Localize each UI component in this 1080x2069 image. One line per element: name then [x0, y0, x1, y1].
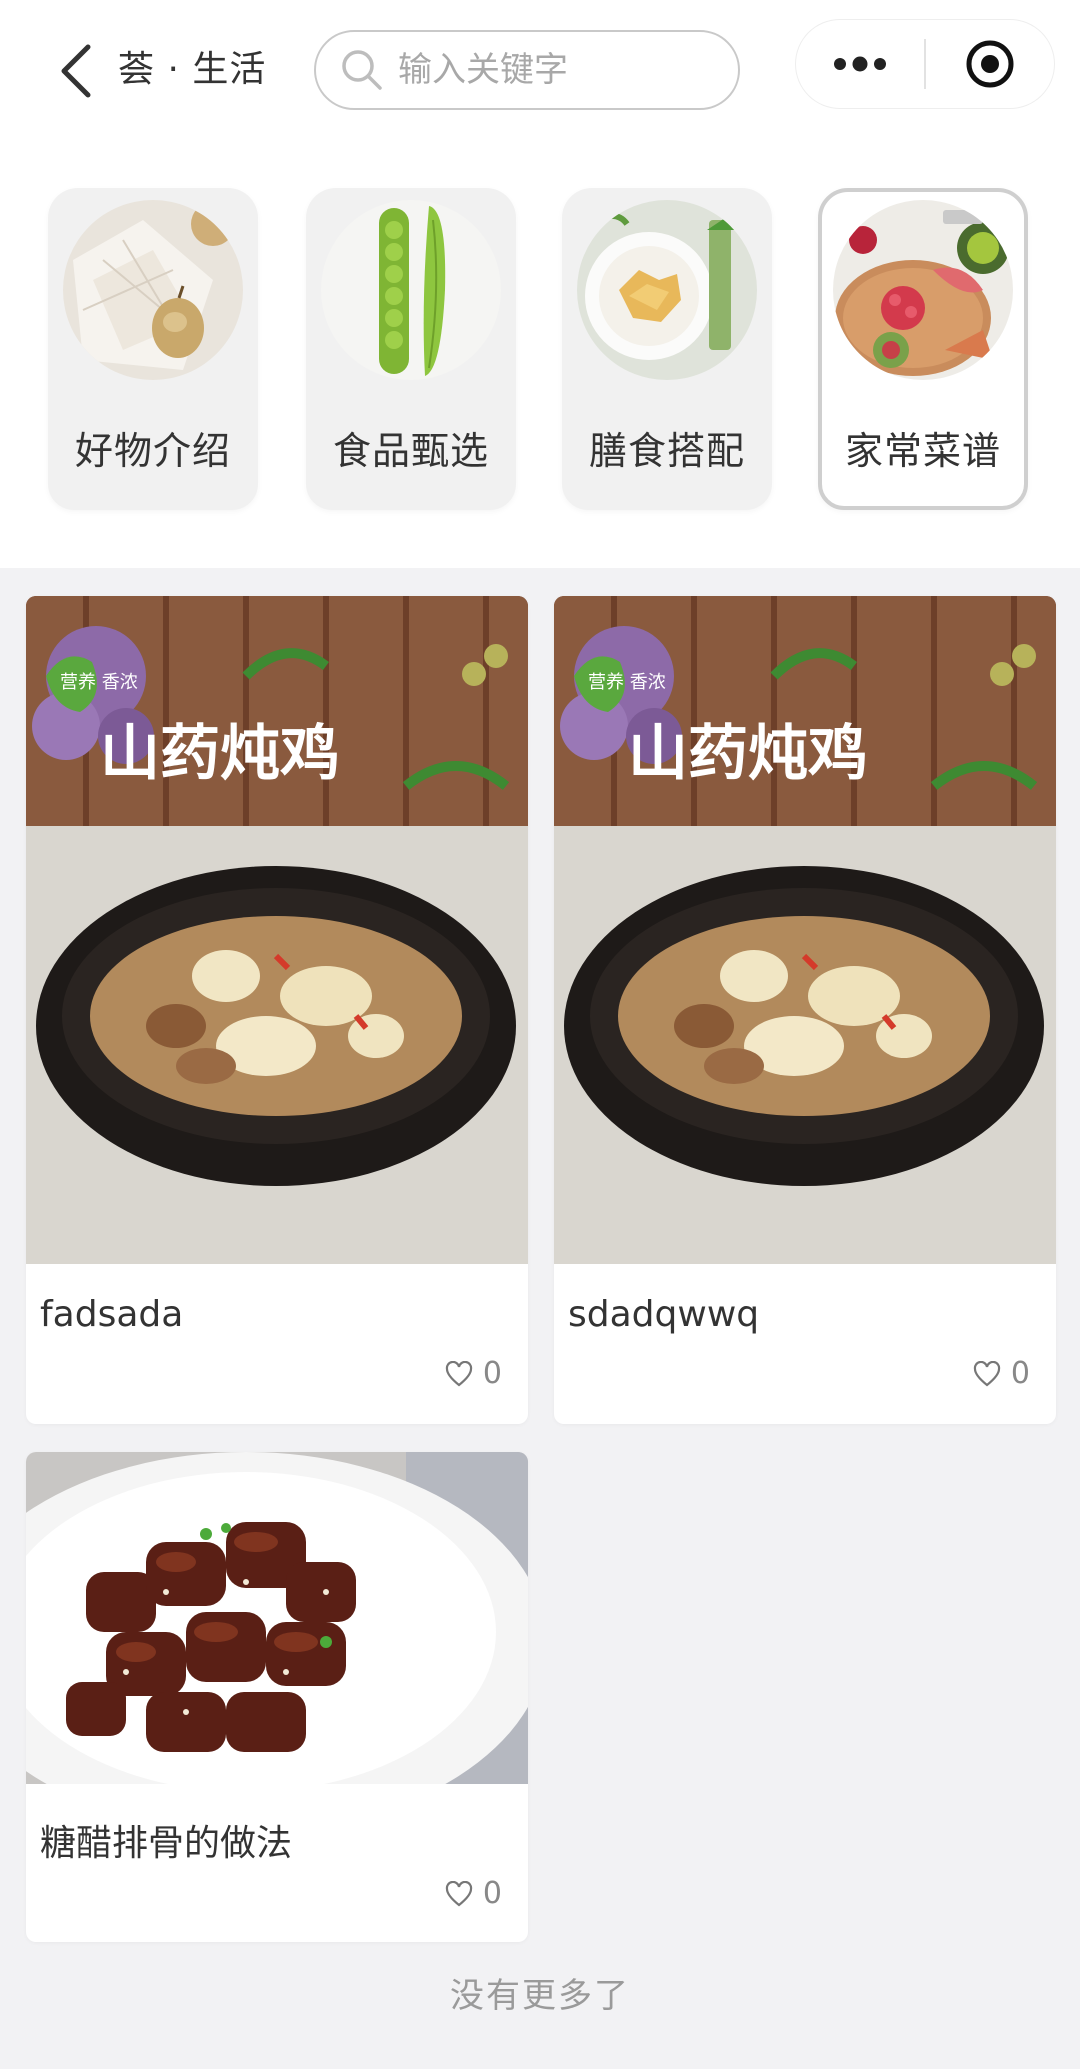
image-caption: 山药炖鸡 [100, 719, 340, 789]
category-label: 食品甄选 [332, 429, 489, 473]
category-item-recipes[interactable]: 家常菜谱 [818, 188, 1028, 510]
heart-icon [445, 1880, 473, 1906]
category-item-goods[interactable]: 好物介绍 [48, 188, 258, 510]
like-button[interactable]: 0 [445, 1356, 502, 1391]
close-button[interactable] [926, 20, 1054, 108]
fruit-platter-photo [833, 200, 1013, 380]
recipe-card[interactable]: 糖醋排骨的做法 0 [26, 1452, 528, 1942]
back-button[interactable] [48, 36, 104, 106]
recipe-card[interactable]: 营养 香浓 山药炖鸡 fadsada 0 [26, 596, 528, 1424]
recipe-title: sdadqwwq [568, 1294, 760, 1335]
like-count: 0 [482, 1356, 502, 1391]
badge-text: 营养 香浓 [60, 672, 138, 693]
like-button[interactable]: 0 [445, 1876, 502, 1911]
category-item-diet[interactable]: 膳食搭配 [562, 188, 772, 510]
category-label: 家常菜谱 [844, 429, 1001, 473]
pear-photo [63, 200, 243, 380]
search-icon [338, 46, 386, 94]
recipe-title: 糖醋排骨的做法 [40, 1823, 293, 1864]
target-circle-icon [966, 40, 1014, 88]
page-title: 荟 · 生活 [118, 49, 267, 90]
category-item-food[interactable]: 食品甄选 [306, 188, 516, 510]
navigation-bar: 荟 · 生活 [0, 0, 1080, 140]
badge-text: 营养 香浓 [588, 672, 666, 693]
recipe-image: 营养 香浓 山药炖鸡 [554, 596, 1056, 1264]
like-button[interactable]: 0 [973, 1356, 1030, 1391]
more-dots-icon [834, 56, 886, 72]
chevron-left-icon [61, 44, 91, 98]
dish-photo [577, 200, 757, 380]
peas-photo [321, 200, 501, 380]
category-label: 膳食搭配 [588, 429, 745, 473]
more-button[interactable] [796, 20, 924, 108]
recipe-image: 营养 香浓 山药炖鸡 [26, 596, 528, 1264]
heart-icon [973, 1360, 1001, 1386]
like-count: 0 [1010, 1356, 1030, 1391]
no-more-label: 没有更多了 [450, 1976, 630, 2016]
recipe-card[interactable]: 营养 香浓 山药炖鸡 sdadqwwq 0 [554, 596, 1056, 1424]
mini-program-capsule [796, 20, 1054, 108]
category-bar: 好物介绍 食品甄选 膳食搭配 家常菜谱 [0, 140, 1080, 568]
heart-icon [445, 1360, 473, 1386]
recipe-title: fadsada [40, 1294, 184, 1335]
image-caption: 山药炖鸡 [628, 719, 868, 789]
search-bar[interactable] [314, 30, 740, 110]
like-count: 0 [482, 1876, 502, 1911]
recipe-image [26, 1452, 528, 1784]
category-label: 好物介绍 [74, 429, 231, 473]
search-input[interactable] [396, 49, 720, 91]
